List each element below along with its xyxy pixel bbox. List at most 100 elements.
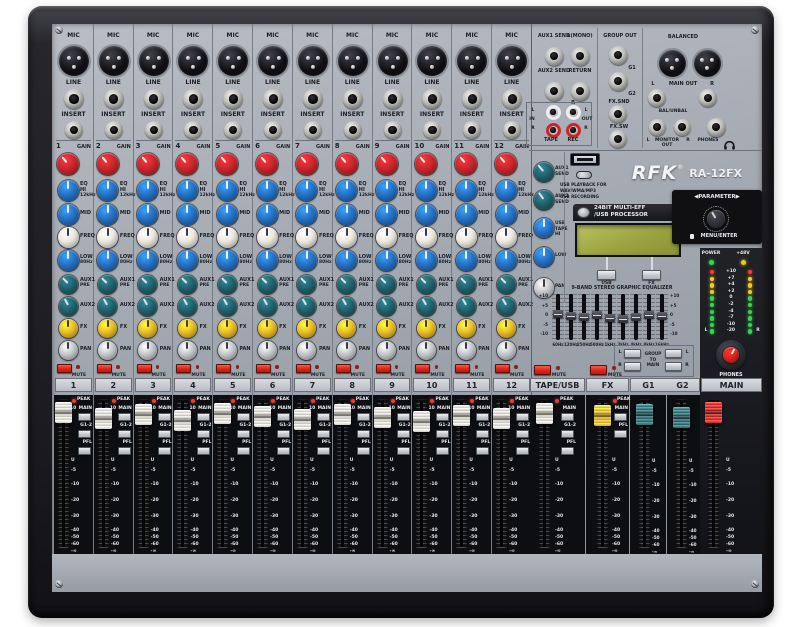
eq-low-knob[interactable] [416,250,437,271]
geq-slider-cap-1kHz[interactable] [605,314,615,322]
geq-slider-cap-8kHz[interactable] [644,311,654,319]
parameter-knob[interactable] [707,210,725,228]
aux1-knob[interactable] [297,275,316,294]
usb-mode-button[interactable] [597,270,616,280]
gain-knob[interactable] [256,153,278,175]
tape-aux2-send-knob[interactable] [534,190,554,210]
eq-freq-knob[interactable] [58,227,79,248]
mute-button[interactable] [256,364,271,373]
gain-knob[interactable] [336,153,358,175]
eq-low-knob[interactable] [137,250,158,271]
pfl-button[interactable] [516,447,529,455]
eq-hi-knob[interactable] [416,180,437,201]
g2-to-main-l-button[interactable] [665,349,682,358]
phones-level-knob[interactable] [723,347,739,363]
eq-freq-knob[interactable] [496,227,517,248]
channel-fader-cap[interactable] [294,409,311,430]
fx-knob[interactable] [417,319,436,338]
pfl-button[interactable] [436,447,449,455]
gain-knob[interactable] [376,153,398,175]
geq-slider-cap-500Hz[interactable] [592,311,602,319]
eq-mid-knob[interactable] [177,204,198,225]
aux2-knob[interactable] [178,297,197,316]
pan-knob[interactable] [98,341,117,360]
g12-assign-button[interactable] [118,430,131,438]
aux2-knob[interactable] [417,297,436,316]
g12-assign-button[interactable] [78,430,91,438]
tape-pfl-button[interactable] [561,447,574,455]
eq-low-knob[interactable] [97,250,118,271]
aux2-knob[interactable] [497,297,516,316]
main-assign-button[interactable] [317,413,330,421]
eq-mid-knob[interactable] [496,204,517,225]
gain-knob[interactable] [57,153,79,175]
pan-knob[interactable] [417,341,436,360]
pfl-button[interactable] [277,447,290,455]
g1-to-main-r-button[interactable] [624,362,641,371]
tape-mute-button[interactable] [534,365,551,375]
aux2-knob[interactable] [98,297,117,316]
main-assign-button[interactable] [516,413,529,421]
eq-freq-knob[interactable] [456,227,477,248]
eq-mid-knob[interactable] [376,204,397,225]
g12-assign-button[interactable] [277,430,290,438]
aux1-knob[interactable] [59,275,78,294]
eq-mid-knob[interactable] [456,204,477,225]
pfl-button[interactable] [237,447,250,455]
eq-mid-knob[interactable] [58,204,79,225]
pfl-button[interactable] [476,447,489,455]
mute-button[interactable] [97,364,112,373]
pan-knob[interactable] [258,341,277,360]
tape-aux1-send-knob[interactable] [534,162,554,182]
pan-knob[interactable] [337,341,356,360]
pan-knob[interactable] [218,341,237,360]
eq-mid-knob[interactable] [416,204,437,225]
eq-hi-knob[interactable] [376,180,397,201]
gain-knob[interactable] [455,153,477,175]
aux2-knob[interactable] [297,297,316,316]
fx-main-button[interactable] [614,413,627,421]
eq-hi-knob[interactable] [456,180,477,201]
eq-hi-knob[interactable] [97,180,118,201]
fx-pfl-button[interactable] [614,430,627,438]
eq-hi-knob[interactable] [177,180,198,201]
main-assign-button[interactable] [436,413,449,421]
fx-knob[interactable] [337,319,356,338]
fx-knob[interactable] [377,319,396,338]
pan-knob[interactable] [138,341,157,360]
aux1-knob[interactable] [497,275,516,294]
mute-button[interactable] [336,364,351,373]
eq-mid-knob[interactable] [137,204,158,225]
fx-fader-cap[interactable] [594,405,611,426]
main-assign-button[interactable] [118,413,131,421]
g2-to-main-r-button[interactable] [665,362,682,371]
pfl-button[interactable] [397,447,410,455]
aux1-knob[interactable] [377,275,396,294]
eq-low-knob[interactable] [177,250,198,271]
eq-hi-knob[interactable] [496,180,517,201]
mute-button[interactable] [137,364,152,373]
aux2-knob[interactable] [59,297,78,316]
main-assign-button[interactable] [357,413,370,421]
aux1-knob[interactable] [337,275,356,294]
eq-freq-knob[interactable] [416,227,437,248]
pfl-button[interactable] [78,447,91,455]
pfl-button[interactable] [317,447,330,455]
fx-knob[interactable] [457,319,476,338]
gain-knob[interactable] [97,153,119,175]
geq-slider-cap-250Hz[interactable] [579,313,589,321]
eq-low-knob[interactable] [217,250,238,271]
fx-mute-button[interactable] [590,365,607,375]
gain-knob[interactable] [495,153,517,175]
mute-button[interactable] [296,364,311,373]
aux2-knob[interactable] [457,297,476,316]
g12-assign-button[interactable] [476,430,489,438]
eq-mid-knob[interactable] [217,204,238,225]
g12-assign-button[interactable] [317,430,330,438]
eq-hi-knob[interactable] [257,180,278,201]
eq-freq-knob[interactable] [257,227,278,248]
fx-knob[interactable] [138,319,157,338]
eq-low-knob[interactable] [296,250,317,271]
main-assign-button[interactable] [78,413,91,421]
pfl-button[interactable] [158,447,171,455]
